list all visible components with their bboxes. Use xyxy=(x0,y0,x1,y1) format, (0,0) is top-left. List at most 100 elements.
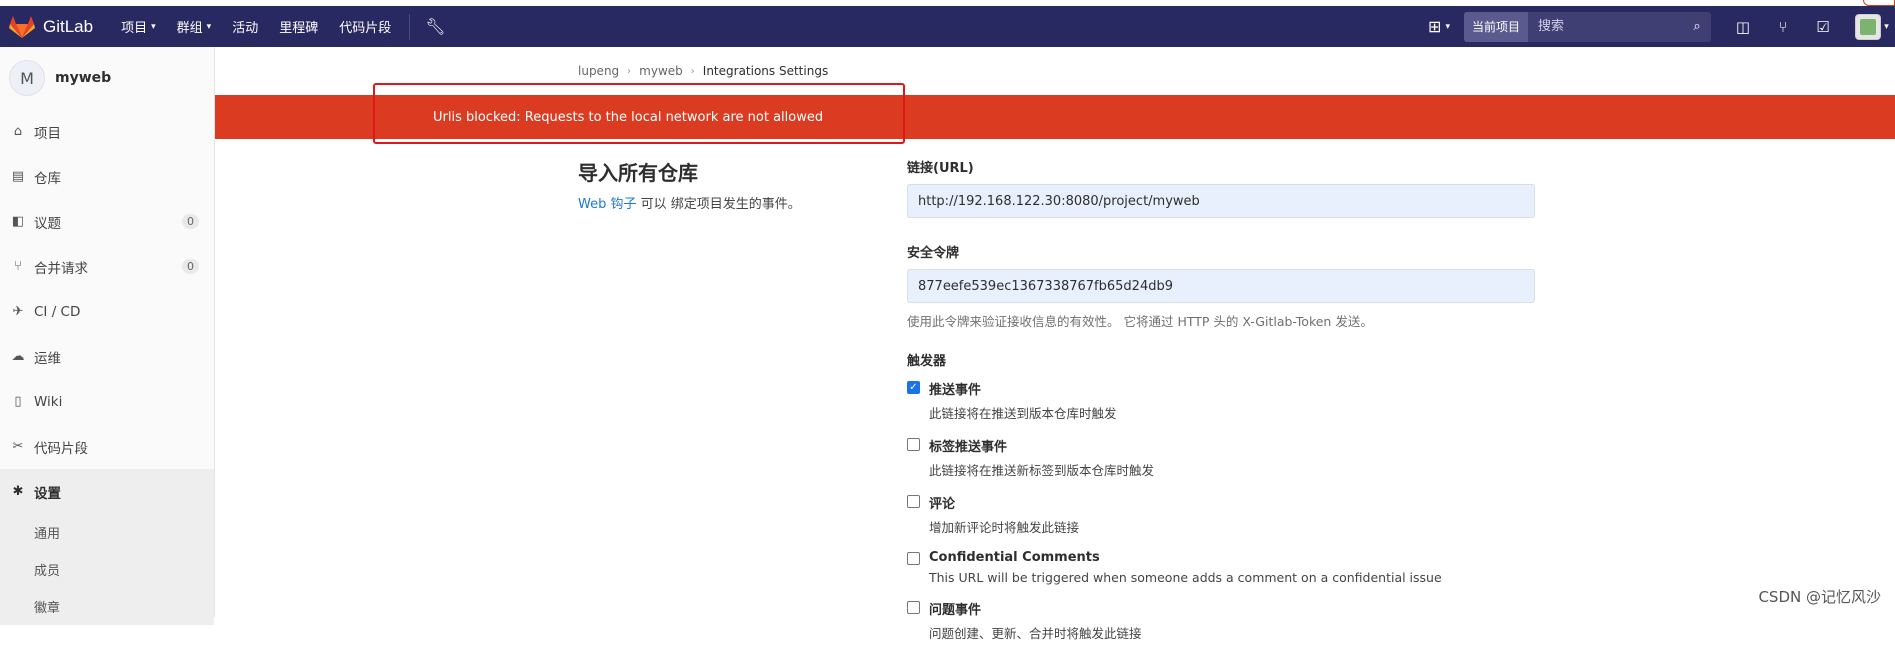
plus-square-icon: ⊞ xyxy=(1428,17,1441,36)
triggers-label: 触发器 xyxy=(907,350,1537,369)
search-box: 当前项目 ⌕ xyxy=(1464,12,1711,42)
sidebar-item-label: 合并请求 xyxy=(34,257,88,277)
sidebar-item-label: 项目 xyxy=(34,122,61,142)
sidebar-item-repository[interactable]: ▤ 仓库 xyxy=(0,154,214,199)
comments-checkbox[interactable] xyxy=(907,495,920,508)
nav-groups-label: 群组 xyxy=(177,17,203,36)
chevron-right-icon: › xyxy=(691,66,695,77)
breadcrumb-current[interactable]: Integrations Settings xyxy=(703,64,828,78)
top-nav-menu: 项目 ▾ 群组 ▾ 活动 里程碑 代码片段 xyxy=(121,17,412,36)
nav-activity[interactable]: 活动 xyxy=(232,17,258,36)
secret-token-field[interactable]: 877eefe539ec1367338767fb65d24db9 xyxy=(907,269,1535,303)
search-icon[interactable]: ⌕ xyxy=(1683,12,1711,42)
url-field[interactable]: http://192.168.122.30:8080/project/myweb xyxy=(907,184,1535,218)
sidebar-item-project[interactable]: ⌂ 项目 xyxy=(0,109,214,154)
trigger-description: 此链接将在推送到版本仓库时触发 xyxy=(929,403,1117,422)
sidebar-item-merge-requests[interactable]: ⑂合并请求0 xyxy=(0,244,214,289)
sidebar-item-label: 运维 xyxy=(34,347,61,367)
chevron-down-icon: ▾ xyxy=(1884,22,1889,32)
admin-wrench-icon[interactable]: 🔧︎ xyxy=(425,17,445,36)
chevron-down-icon: ▾ xyxy=(151,22,156,32)
confidential-comments-checkbox[interactable] xyxy=(907,552,920,565)
new-item-button[interactable]: ⊞▾ xyxy=(1428,17,1450,36)
sidebar-item-snippets[interactable]: ✂ 代码片段 xyxy=(0,424,214,469)
issues-count-badge: 0 xyxy=(182,214,199,229)
tag-push-events-checkbox[interactable] xyxy=(907,438,920,451)
cloud-gear-icon: ☁ xyxy=(10,349,26,364)
top-right-controls: ⊞▾ 当前项目 ⌕ ◫ ⑂ ☑ ▾ xyxy=(1428,6,1895,47)
page-description: Web 钩子 可以 绑定项目发生的事件。 xyxy=(578,193,801,212)
project-name: myweb xyxy=(55,70,111,86)
sidebar-item-settings[interactable]: ✱设置 xyxy=(0,469,214,514)
nav-milestones[interactable]: 里程碑 xyxy=(279,17,318,36)
trigger-description: 增加新评论时将触发此链接 xyxy=(929,517,1079,536)
nav-groups[interactable]: 群组 ▾ xyxy=(177,17,212,36)
trigger-push-events: ✓ 推送事件此链接将在推送到版本仓库时触发 xyxy=(907,379,1537,422)
sidebar-item-label: Wiki xyxy=(34,394,62,410)
watermark: CSDN @记忆风沙 xyxy=(1758,586,1881,607)
brand-name: GitLab xyxy=(43,17,93,37)
scissors-icon: ✂ xyxy=(10,439,26,454)
breadcrumb-namespace[interactable]: lupeng xyxy=(578,64,619,78)
sidebar-item-label: 仓库 xyxy=(34,167,61,187)
breadcrumb: lupeng › myweb › Integrations Settings xyxy=(578,64,828,78)
trigger-description: 问题创建、更新、合并时将触发此链接 xyxy=(929,623,1142,642)
sidebar-item-label: 议题 xyxy=(34,212,61,232)
annotation-highlight-box xyxy=(373,83,905,144)
sidebar-item-operations[interactable]: ☁ 运维 xyxy=(0,334,214,379)
sidebar-subitem-members[interactable]: 成员 xyxy=(0,551,214,588)
sidebar-subitem-general[interactable]: 通用 xyxy=(0,514,214,551)
sidebar-item-issues[interactable]: ◧ 议题 0 xyxy=(0,199,214,244)
trigger-comments: 评论增加新评论时将触发此链接 xyxy=(907,493,1537,536)
url-label: 链接(URL) xyxy=(907,157,1537,176)
sidebar-project-header[interactable]: M myweb xyxy=(0,47,214,109)
book-icon: ▯ xyxy=(10,394,26,409)
trigger-title: 问题事件 xyxy=(929,599,1142,618)
gitlab-home-link[interactable]: GitLab xyxy=(9,15,93,39)
project-avatar: M xyxy=(9,60,45,96)
nav-projects-label: 项目 xyxy=(121,17,147,36)
nav-snippets[interactable]: 代码片段 xyxy=(339,17,391,36)
sidebar-item-label: 代码片段 xyxy=(34,437,88,457)
nav-activity-label: 活动 xyxy=(232,17,258,36)
sidebar-settings-group: ✱设置 通用 成员 徽章 xyxy=(0,469,214,625)
push-events-checkbox[interactable]: ✓ xyxy=(907,381,920,394)
trigger-title: 评论 xyxy=(929,493,1079,512)
chevron-down-icon: ▾ xyxy=(1445,22,1450,32)
sidebar-item-wiki[interactable]: ▯ Wiki xyxy=(0,379,214,424)
todo-check-icon[interactable]: ☑ xyxy=(1803,18,1843,36)
page-title: 导入所有仓库 xyxy=(578,157,698,186)
nav-projects[interactable]: 项目 ▾ xyxy=(121,17,156,36)
merge-request-icon[interactable]: ⑂ xyxy=(1763,18,1803,36)
secret-token-help: 使用此令牌来验证接收信息的有效性。 它将通过 HTTP 头的 X-Gitlab-… xyxy=(907,311,1537,330)
home-icon: ⌂ xyxy=(10,124,26,139)
trigger-title: 推送事件 xyxy=(929,379,1117,398)
rocket-icon: ✈ xyxy=(10,304,26,319)
page-description-text: 可以 绑定项目发生的事件。 xyxy=(636,197,800,212)
breadcrumb-project[interactable]: myweb xyxy=(639,64,683,78)
user-menu[interactable]: ▾ xyxy=(1843,14,1895,40)
issue-events-checkbox[interactable] xyxy=(907,601,920,614)
gear-icon: ✱ xyxy=(10,484,26,499)
nav-divider xyxy=(409,14,410,40)
search-scope-badge[interactable]: 当前项目 xyxy=(1464,12,1528,42)
merge-request-icon: ⑂ xyxy=(10,259,26,274)
avatar-image xyxy=(1860,19,1876,35)
sidebar-item-label: CI / CD xyxy=(34,304,80,320)
nav-snippets-label: 代码片段 xyxy=(339,17,391,36)
sidebar-item-ci-cd[interactable]: ✈ CI / CD xyxy=(0,289,214,334)
sidebar-subitem-badges[interactable]: 徽章 xyxy=(0,588,214,625)
issues-icon[interactable]: ◫ xyxy=(1723,18,1763,36)
doc-icon: ▤ xyxy=(10,169,26,184)
project-sidebar: M myweb ⌂ 项目 ▤ 仓库 ◧ 议题 0 ⑂ 合并请求 0 ✈ CI / CD ☁ 运维… xyxy=(0,47,215,617)
search-input[interactable] xyxy=(1528,12,1683,42)
issues-icon: ◧ xyxy=(10,214,26,229)
trigger-description: 此链接将在推送新标签到版本仓库时触发 xyxy=(929,460,1154,479)
webhooks-help-link[interactable]: Web 钩子 xyxy=(578,197,636,212)
trigger-title: Confidential Comments xyxy=(929,550,1442,565)
chevron-down-icon: ▾ xyxy=(207,22,212,32)
gitlab-logo-icon xyxy=(9,15,35,39)
trigger-description: This URL will be triggered when someone … xyxy=(929,570,1442,585)
user-avatar xyxy=(1855,14,1881,40)
secret-token-label: 安全令牌 xyxy=(907,242,1537,261)
